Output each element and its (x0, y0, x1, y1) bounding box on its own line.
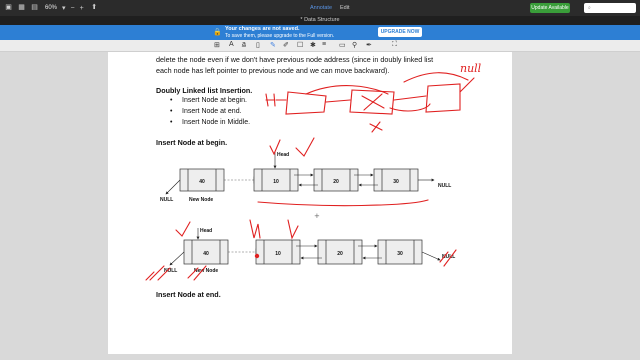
node-value: 20 (333, 179, 339, 185)
list-node: 40 (179, 168, 225, 192)
grid-icon[interactable]: ▦ (17, 4, 26, 12)
zoom-in-button[interactable]: + (80, 5, 84, 12)
head-label: Head (277, 152, 289, 158)
list-icon[interactable]: ≡ (322, 41, 326, 48)
signature-icon[interactable]: ✒ (366, 41, 372, 49)
search-icon: ⌕ (588, 5, 591, 11)
handwritten-null: null (460, 62, 482, 75)
list-node: 10 (253, 168, 299, 192)
person-icon[interactable]: ⚲ (352, 41, 357, 49)
node-value: 30 (397, 251, 403, 257)
cursor-crosshair-icon: + (314, 212, 320, 220)
diagram-begin-1: 40 NULL New Node Head 10 20 30 NULL (160, 152, 451, 203)
lock-icon: 🔒 (213, 29, 222, 36)
window-title: * Data Structure (0, 16, 640, 25)
text-box-icon[interactable]: ⊞ (214, 41, 220, 49)
new-node-label: New Node (189, 197, 213, 203)
shape-icon[interactable]: ☐ (297, 41, 303, 49)
underline-icon[interactable]: a̲ (242, 41, 246, 48)
comment-icon[interactable]: ▭ (339, 41, 346, 49)
list-node: 20 (313, 168, 359, 192)
zoom-level[interactable]: 60% (45, 5, 57, 11)
upgrade-now-button[interactable]: UPGRADE NOW (378, 27, 422, 37)
diagram-canvas: 40 NULL New Node Head 10 20 30 NULL 40 H… (145, 62, 482, 281)
stamp-icon[interactable]: ✱ (310, 41, 316, 49)
document-page: delete the node even if we don't have pr… (108, 52, 512, 354)
update-available-button[interactable]: Update Available (530, 3, 570, 13)
tab-annotate[interactable]: Annotate (310, 0, 332, 16)
zoom-out-button[interactable]: − (71, 5, 75, 12)
null-label: NULL (164, 268, 177, 274)
list-node: 40 (183, 239, 229, 265)
node-value: 10 (275, 251, 281, 257)
tab-edit[interactable]: Edit (340, 0, 349, 16)
banner-subtitle: To save them, please upgrade to the Full… (225, 32, 335, 39)
zoom-dropdown-icon[interactable]: ▾ (62, 4, 66, 12)
unsaved-banner: 🔒 Your changes are not saved. To save th… (0, 25, 640, 40)
pen-icon[interactable]: ✎ (270, 41, 276, 49)
annotation-toolbar: ⊞ A a̲ ▯ ✎ ✐ ☐ ✱ ≡ ▭ ⚲ ✒ ⛶ (0, 40, 640, 52)
node-value: 30 (393, 179, 399, 185)
marker-icon[interactable]: ✐ (283, 41, 289, 49)
list-node: 10 (255, 239, 301, 265)
search-input[interactable]: ⌕ (584, 3, 636, 13)
sidebar-icon[interactable]: ▣ (4, 4, 13, 12)
diagram-begin-2: 40 Head NULL New Node 10 20 30 NULL (164, 228, 455, 274)
node-value: 10 (273, 179, 279, 185)
page-view-icon[interactable]: ▤ (30, 4, 39, 12)
null-label: NULL (160, 197, 173, 203)
null-label: NULL (438, 183, 451, 189)
list-node: 20 (317, 239, 363, 265)
share-icon[interactable]: ⬆ (90, 4, 99, 12)
list-node: 30 (377, 239, 423, 265)
highlight-icon[interactable]: ▯ (256, 41, 260, 49)
node-value: 40 (203, 251, 209, 257)
banner-title: Your changes are not saved. (225, 26, 300, 32)
crop-icon[interactable]: ⛶ (392, 41, 397, 49)
list-node: 30 (373, 168, 419, 192)
node-value: 40 (199, 179, 205, 185)
head-label: Head (200, 228, 212, 234)
text-icon[interactable]: A (229, 41, 234, 48)
red-dot (254, 253, 260, 259)
node-value: 20 (337, 251, 343, 257)
